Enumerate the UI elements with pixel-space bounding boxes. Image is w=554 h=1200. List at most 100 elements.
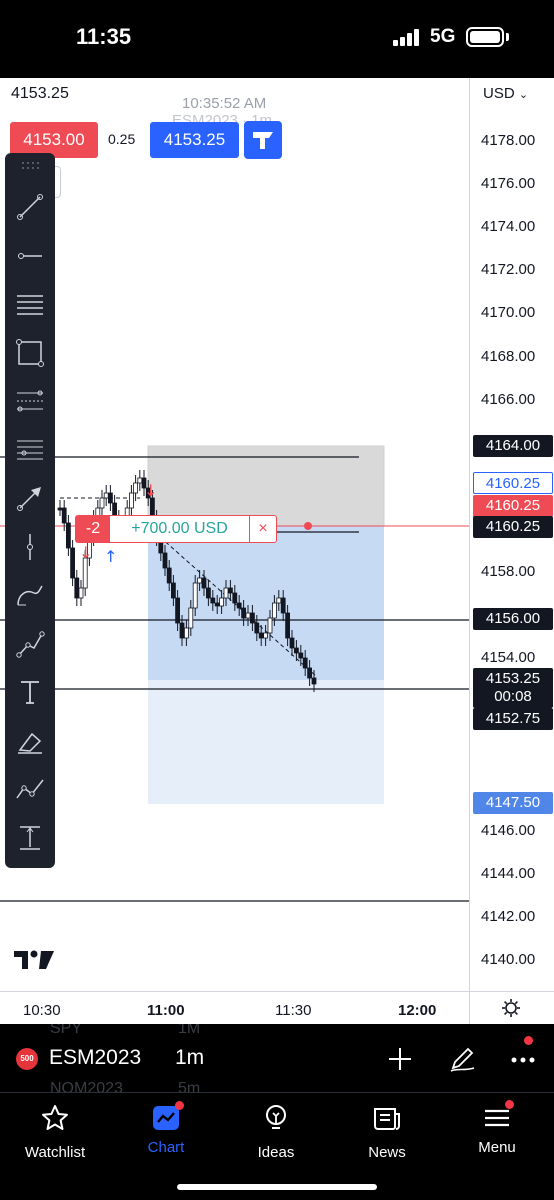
candle-body [236, 602, 242, 609]
text-tool-icon [21, 681, 39, 704]
price-label: 4168.00 [481, 347, 536, 365]
price-label: 4158.00 [481, 563, 536, 580]
signal-icon [393, 29, 419, 46]
eraser-tool-button[interactable] [12, 723, 48, 759]
bar-countdown: 00:08 [494, 688, 532, 705]
candle-body [192, 582, 198, 609]
price-label: 4146.00 [481, 821, 536, 839]
tag-avg-price-outline: 4160.25 [473, 472, 553, 494]
sell-arrow-icon: ↓ [144, 481, 157, 500]
status-time: 11:35 [76, 24, 132, 49]
tab-menu[interactable]: Menu [447, 1100, 547, 1156]
time-label-3: 12:00 [398, 1002, 437, 1019]
path-tool-icon [16, 630, 45, 658]
spread-value: 0.25 [108, 131, 136, 147]
candle-body [263, 632, 269, 639]
horizontal-ray-tool-icon [18, 252, 42, 259]
network-type: 5G [430, 26, 456, 47]
trend-line-tool-button[interactable] [12, 189, 48, 225]
buy-arrow-icon: ↑ [104, 547, 117, 566]
more-icon[interactable] [508, 1044, 538, 1074]
drawing-pen-icon[interactable] [447, 1044, 477, 1074]
candle-body [276, 597, 282, 604]
text-tool-button[interactable] [12, 674, 48, 710]
candle-body [197, 577, 203, 584]
symbol-search-button[interactable]: ESM2023 [49, 1046, 141, 1070]
candle-body [188, 607, 194, 629]
close-position-button[interactable]: × [250, 516, 276, 542]
rectangle-tool-button[interactable] [12, 335, 48, 371]
parallel-lines-tool-button[interactable] [12, 286, 48, 322]
candle-body [128, 492, 134, 509]
fib-retracement-tool-button[interactable] [12, 432, 48, 468]
tab-label-news: News [368, 1144, 406, 1161]
buy-button[interactable]: 4153.25 [150, 122, 239, 158]
position-pnl-label[interactable]: -2 +700.00 USD × [75, 515, 277, 543]
trading-panel-button[interactable] [244, 121, 282, 159]
tag-level-4152: 4152.75 [473, 708, 553, 730]
bar-time: 10:35:52 AM [182, 95, 267, 112]
price-label: 4176.00 [481, 175, 536, 193]
pitchfork-tool-icon [17, 390, 43, 412]
time-label-2: 11:30 [275, 1002, 312, 1019]
candle-body [254, 622, 260, 634]
ghost-interval-above: 1M [178, 1024, 201, 1037]
tab-chart[interactable]: Chart [116, 1101, 216, 1156]
tag-target: 4147.50 [473, 792, 553, 814]
gear-icon[interactable] [500, 997, 522, 1019]
arrow-tool-button[interactable] [12, 480, 48, 516]
interval-button[interactable]: 1m [175, 1046, 204, 1070]
time-axis[interactable]: 10:30 11:00 11:30 12:00 [0, 991, 554, 1024]
candle-body [267, 617, 273, 634]
tab-label-chart: Chart [147, 1139, 185, 1156]
candle-body [311, 677, 317, 685]
position-pnl: +700.00 USD [110, 516, 250, 542]
currency-selector[interactable]: USD ⌄ [483, 85, 528, 102]
price-label: 4140.00 [481, 950, 536, 968]
measure-tool-button[interactable] [12, 820, 48, 856]
brush-tool-button[interactable] [12, 577, 48, 613]
candle-body [175, 597, 181, 624]
vertical-line-tool-icon [27, 533, 33, 560]
position-line-handle [304, 522, 312, 530]
chart-icon [151, 1101, 184, 1133]
lightbulb-icon [266, 1105, 286, 1129]
tab-news[interactable]: News [337, 1103, 437, 1161]
last-price: 4153.25 [11, 85, 69, 102]
pitchfork-tool-button[interactable] [12, 383, 48, 419]
tag-level-4164: 4164.00 [473, 435, 553, 457]
sell-arrow-icon-2: ↓ [79, 543, 92, 562]
candle-body [166, 567, 172, 584]
symbol-bar: SPY 1M NQM2023 5m 500 ESM2023 1m [0, 1024, 554, 1092]
toolbar-side-handle[interactable] [54, 166, 61, 198]
candle-body [82, 557, 88, 589]
ghost-symbol-below: NQM2023 [50, 1080, 123, 1092]
current-price-value: 4153.25 [485, 670, 541, 687]
ghost-interval-below: 5m [178, 1080, 201, 1092]
path-tool-button[interactable] [12, 626, 48, 662]
trend-line-tool-icon [17, 194, 43, 220]
brush-tool-icon [17, 585, 43, 606]
candle-body [103, 492, 109, 499]
candle-body [201, 577, 207, 589]
candle-body [271, 602, 277, 619]
candle-body [214, 602, 220, 607]
candle-body [280, 597, 286, 614]
pattern-tool-icon [16, 779, 44, 799]
candle-body [210, 597, 216, 604]
chart-area[interactable]: ↓ ↓ ↑ 4153.25 10:35:52 AM ESM2023 · 1m 4… [0, 78, 554, 1024]
plus-icon[interactable] [385, 1044, 415, 1074]
tab-watchlist[interactable]: Watchlist [5, 1103, 105, 1161]
pattern-tool-button[interactable] [12, 771, 48, 807]
candle-body [307, 667, 313, 679]
candle-body [205, 587, 211, 599]
grip-icon[interactable] [21, 161, 39, 171]
drawing-toolbar [5, 153, 55, 868]
tag-position-line: 4160.25 [473, 516, 553, 538]
candle-body [223, 587, 229, 599]
tab-ideas[interactable]: Ideas [226, 1103, 326, 1161]
horizontal-ray-tool-button[interactable] [12, 238, 48, 274]
vertical-line-tool-button[interactable] [12, 529, 48, 565]
measure-tool-icon [20, 825, 40, 850]
price-scale[interactable]: USD ⌄ 4178.00 4176.00 4174.00 4172.00 4170.0… [469, 78, 554, 1024]
